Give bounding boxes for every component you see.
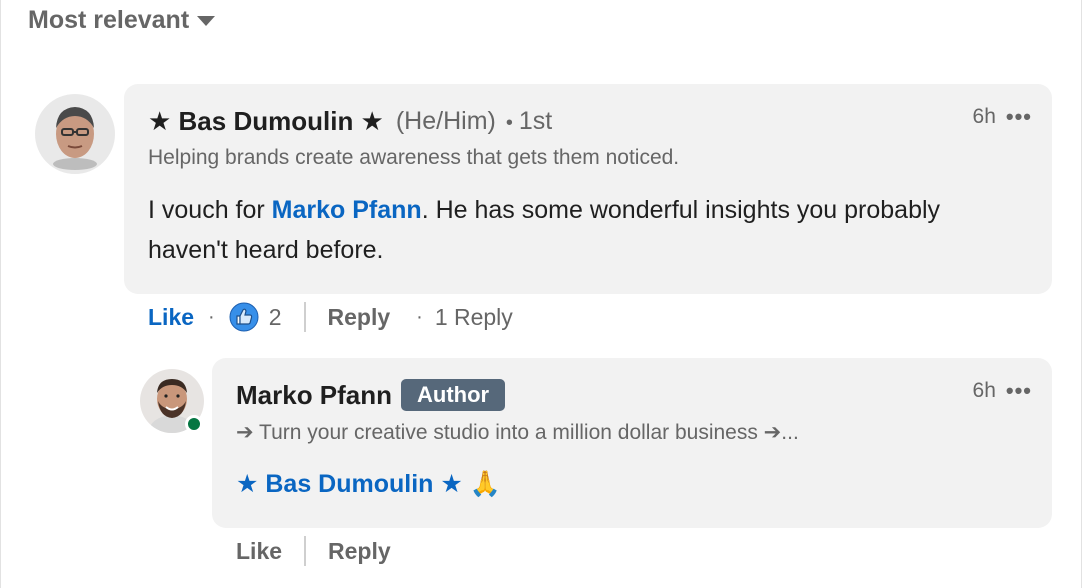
reply-actions: Like Reply bbox=[236, 536, 391, 566]
comment-meta: 6h ••• bbox=[973, 104, 1032, 130]
comment-actions: Like · 2 Reply · 1 Reply bbox=[148, 302, 513, 332]
comment-bubble: ★ Bas Dumoulin ★ (He/Him) • 1st Helping b… bbox=[124, 84, 1052, 294]
comment-text-before: I vouch for bbox=[148, 196, 272, 224]
comment-text: I vouch for Marko Pfann. He has some won… bbox=[148, 190, 968, 270]
divider bbox=[303, 302, 306, 332]
divider bbox=[304, 536, 307, 566]
connection-degree-label: 1st bbox=[518, 107, 553, 135]
thumbs-up-like-icon[interactable] bbox=[229, 302, 259, 332]
reply-timestamp: 6h bbox=[972, 379, 996, 402]
author-badge: Author bbox=[401, 379, 506, 411]
author-headline: ➔ Turn your creative studio into a milli… bbox=[236, 421, 799, 444]
online-status-indicator bbox=[185, 415, 203, 433]
praying-hands-emoji: 🙏 bbox=[469, 470, 501, 498]
author-pronouns: (He/Him) bbox=[395, 107, 496, 135]
comment-author-name[interactable]: ★ Bas Dumoulin ★ bbox=[148, 106, 384, 137]
sort-dropdown[interactable]: Most relevant bbox=[28, 6, 216, 35]
comments-panel: Most relevant ★ Bas Dumoulin ★ (He/Him) … bbox=[0, 0, 1082, 588]
replies-count-link[interactable]: 1 Reply bbox=[435, 304, 513, 331]
author-headline: Helping brands create awareness that get… bbox=[148, 146, 680, 169]
avatar[interactable] bbox=[35, 94, 115, 174]
connection-degree: • 1st bbox=[505, 107, 553, 135]
reply-meta: 6h ••• bbox=[973, 378, 1032, 404]
separator-dot: · bbox=[416, 305, 423, 328]
ellipsis-icon[interactable]: ••• bbox=[1006, 104, 1032, 130]
sort-label: Most relevant bbox=[28, 6, 190, 34]
mention-link[interactable]: ★ Bas Dumoulin ★ bbox=[236, 470, 463, 498]
caret-down-icon bbox=[197, 15, 216, 26]
reply-button[interactable]: Reply bbox=[328, 538, 391, 565]
like-button[interactable]: Like bbox=[236, 538, 282, 565]
reply-text: ★ Bas Dumoulin ★ 🙏 bbox=[236, 464, 501, 504]
reply-author-name[interactable]: Marko Pfann bbox=[236, 380, 392, 411]
comment-timestamp: 6h bbox=[972, 105, 996, 128]
ellipsis-icon[interactable]: ••• bbox=[1006, 378, 1032, 404]
separator-dot: · bbox=[208, 305, 215, 328]
reaction-count[interactable]: 2 bbox=[269, 304, 282, 331]
reply-button[interactable]: Reply bbox=[328, 304, 391, 331]
reply-bubble: Marko Pfann Author ➔ Turn your creative … bbox=[212, 358, 1052, 528]
like-button[interactable]: Like bbox=[148, 304, 194, 331]
mention-link[interactable]: Marko Pfann bbox=[272, 196, 422, 224]
